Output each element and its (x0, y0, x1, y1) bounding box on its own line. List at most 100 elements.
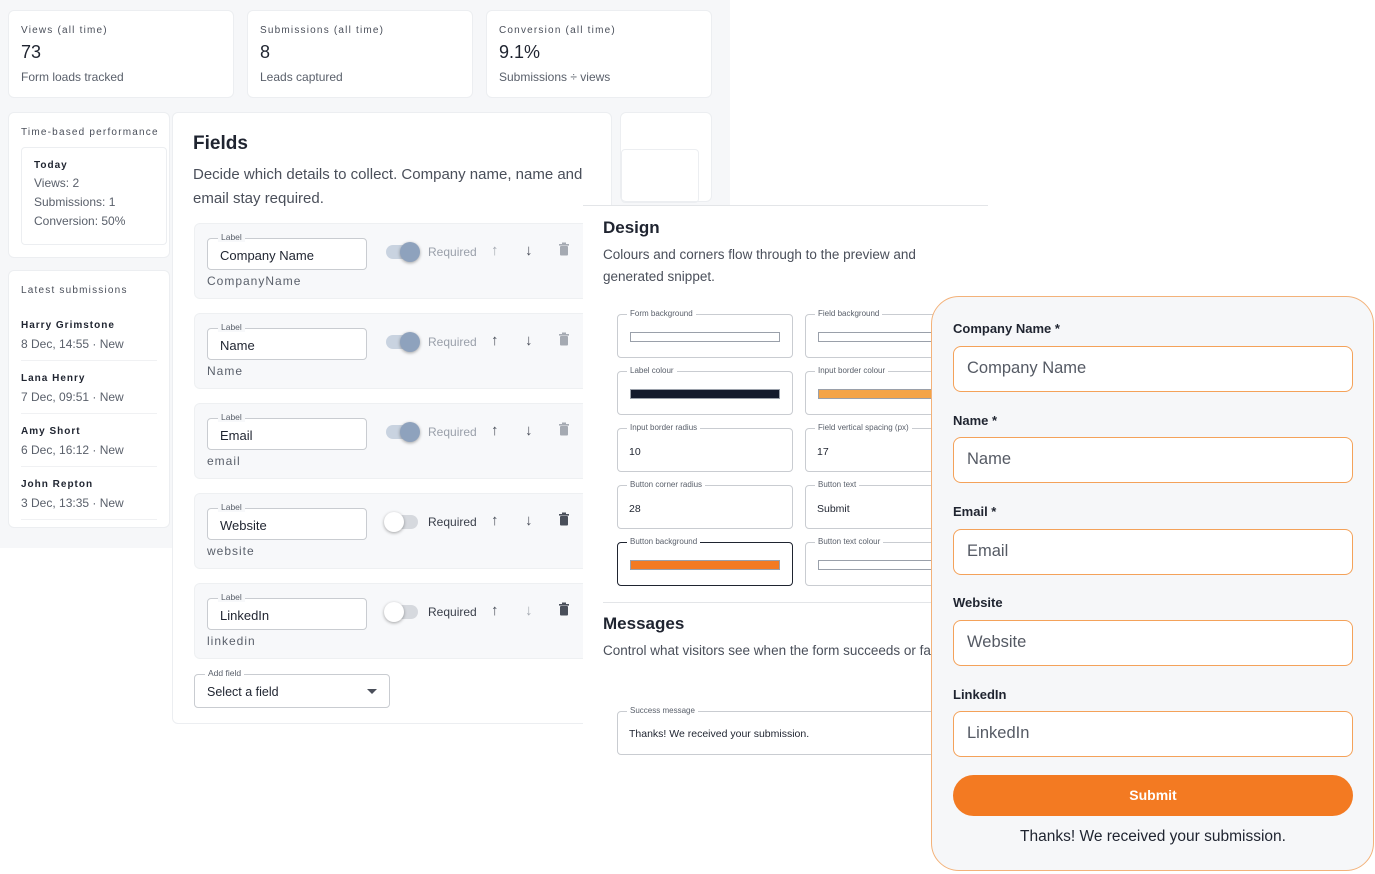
required-label: Required (428, 335, 477, 349)
submission-item[interactable]: Harry Grimstone 8 Dec, 14:55 · New (21, 320, 157, 361)
required-label: Required (428, 515, 477, 529)
trash-icon[interactable] (558, 602, 570, 621)
arrow-down-icon[interactable]: ↓ (525, 512, 533, 530)
form-background-color-input[interactable]: Form background (617, 309, 793, 358)
required-toggle[interactable] (386, 242, 420, 262)
button-background-color-input[interactable]: Button background (617, 537, 793, 586)
chevron-down-icon (367, 689, 377, 694)
toggle-knob (384, 602, 404, 622)
stat-subtitle: Leads captured (260, 70, 343, 84)
submission-item[interactable]: John Repton 3 Dec, 13:35 · New (21, 467, 157, 520)
trash-icon[interactable] (558, 242, 570, 261)
required-toggle[interactable] (384, 602, 418, 622)
performance-views: Views: 2 (34, 176, 80, 190)
field-label-value: Name (220, 338, 255, 353)
arrow-down-icon[interactable]: ↓ (525, 332, 533, 350)
stat-title: Submissions (all time) (260, 25, 385, 36)
button-corner-radius-input[interactable]: Button corner radius 28 (617, 480, 793, 529)
submission-meta: 7 Dec, 09:51 · New (21, 390, 124, 404)
stat-value: 9.1% (499, 42, 541, 62)
required-toggle[interactable] (386, 332, 420, 352)
add-field-select[interactable]: Add field Select a field (194, 668, 390, 708)
preview-input-name[interactable]: Name (953, 437, 1353, 483)
field-label-tag: Label (218, 322, 245, 332)
stat-title: Views (all time) (21, 25, 108, 36)
field-label-value: Website (220, 518, 267, 533)
required-toggle[interactable] (386, 422, 420, 442)
design-field-value: 28 (629, 503, 641, 515)
required-toggle[interactable] (384, 512, 418, 532)
design-field-tag: Button text (815, 480, 860, 489)
performance-card: Time-based performance Today Views: 2 Su… (8, 112, 170, 258)
design-field-tag: Field vertical spacing (px) (815, 423, 912, 432)
submission-name: Harry Grimstone (21, 320, 115, 331)
submission-item[interactable]: Lana Henry 7 Dec, 09:51 · New (21, 361, 157, 414)
preview-input-website[interactable]: Website (953, 620, 1353, 666)
trash-icon[interactable] (558, 332, 570, 351)
arrow-down-icon[interactable]: ↓ (525, 422, 533, 440)
color-swatch (630, 389, 780, 399)
performance-conversion: Conversion: 50% (34, 214, 126, 228)
preview-label: Website (953, 595, 1003, 610)
section-divider (603, 602, 948, 603)
field-label-input[interactable]: Label Name (207, 322, 367, 360)
field-label-tag: Label (218, 592, 245, 602)
success-message-input[interactable]: Success message Thanks! We received your… (617, 706, 947, 755)
field-key: CompanyName (207, 274, 302, 288)
stat-title: Conversion (all time) (499, 25, 616, 36)
success-message: Thanks! We received your submission. (1020, 828, 1286, 845)
toggle-knob (384, 512, 404, 532)
performance-today: Today Views: 2 Submissions: 1 Conversion… (21, 147, 167, 245)
field-label-value: LinkedIn (220, 608, 270, 623)
arrow-down-icon[interactable]: ↓ (525, 602, 533, 620)
submission-meta: 3 Dec, 13:35 · New (21, 496, 124, 510)
field-label-value: Email (220, 428, 253, 443)
arrow-up-icon[interactable]: ↑ (491, 422, 499, 440)
input-border-radius-input[interactable]: Input border radius 10 (617, 423, 793, 472)
background-card-inner (621, 149, 699, 203)
add-field-tag: Add field (205, 668, 245, 678)
submission-item[interactable]: Amy Short 6 Dec, 16:12 · New (21, 414, 157, 467)
background-card (620, 112, 712, 203)
design-field-tag: Button corner radius (627, 480, 706, 489)
trash-icon[interactable] (558, 422, 570, 441)
preview-input-company-name[interactable]: Company Name (953, 346, 1353, 392)
trash-icon[interactable] (558, 512, 570, 531)
fields-description: Decide which details to collect. Company… (193, 166, 583, 207)
messages-description: Control what visitors see when the form … (603, 643, 948, 658)
messages-title: Messages (603, 614, 685, 633)
submission-name: Lana Henry (21, 373, 86, 384)
field-label-input[interactable]: Label Website (207, 502, 367, 540)
add-field-value: Select a field (207, 685, 279, 699)
performance-submissions: Submissions: 1 (34, 195, 116, 209)
arrow-up-icon[interactable]: ↑ (491, 602, 499, 620)
color-swatch (630, 560, 780, 570)
fields-panel: Fields Decide which details to collect. … (172, 112, 612, 724)
toggle-knob (400, 422, 420, 442)
design-field-tag: Button text colour (815, 537, 884, 546)
preview-label: Email * (953, 504, 997, 519)
stat-card-submissions: Submissions (all time) 8 Leads captured (247, 10, 473, 98)
submit-button[interactable]: Submit (953, 775, 1353, 816)
arrow-up-icon[interactable]: ↑ (491, 242, 499, 260)
latest-submissions-card: Latest submissions Harry Grimstone 8 Dec… (8, 270, 170, 528)
preview-input-email[interactable]: Email (953, 529, 1353, 575)
preview-label: Company Name * (953, 321, 1060, 336)
required-label: Required (428, 605, 477, 619)
label-colour-input[interactable]: Label colour (617, 366, 793, 415)
field-label-input[interactable]: Label Email (207, 412, 367, 450)
field-key: email (207, 454, 241, 468)
field-label-input[interactable]: Label Company Name (207, 232, 367, 270)
submission-name: John Repton (21, 479, 94, 490)
arrow-up-icon[interactable]: ↑ (491, 332, 499, 350)
stat-card-conversion: Conversion (all time) 9.1% Submissions ÷… (486, 10, 712, 98)
preview-input-linkedin[interactable]: LinkedIn (953, 711, 1353, 757)
design-field-tag: Label colour (627, 366, 677, 375)
stat-card-views: Views (all time) 73 Form loads tracked (8, 10, 234, 98)
field-label-tag: Label (218, 412, 245, 422)
arrow-up-icon[interactable]: ↑ (491, 512, 499, 530)
success-message-tag: Success message (627, 706, 698, 715)
arrow-down-icon[interactable]: ↓ (525, 242, 533, 260)
field-label-input[interactable]: Label LinkedIn (207, 592, 367, 630)
field-label-value: Company Name (220, 248, 314, 263)
